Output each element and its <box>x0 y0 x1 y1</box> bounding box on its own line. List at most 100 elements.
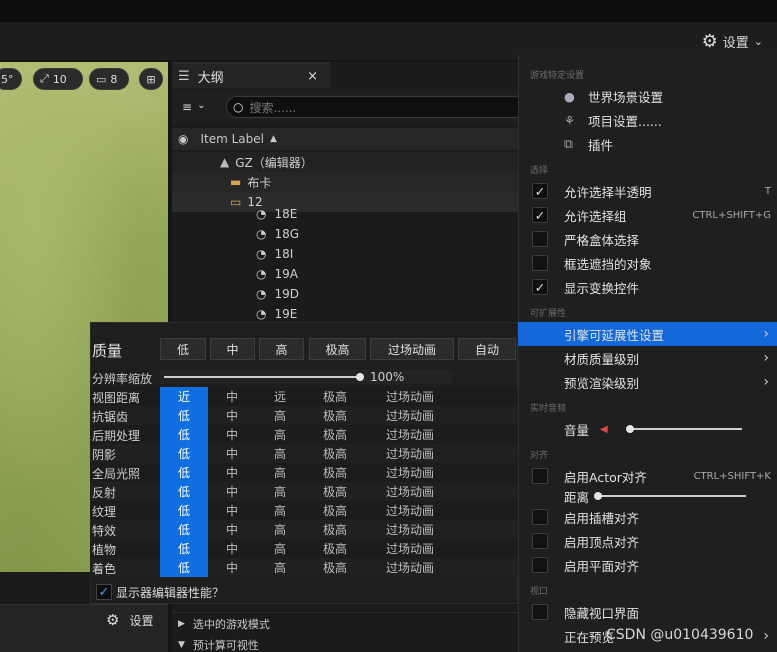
quality-option[interactable]: 过场动画 <box>368 425 452 444</box>
preset-low-button[interactable]: 低 <box>160 338 206 360</box>
quality-option[interactable]: 过场动画 <box>368 387 452 406</box>
quality-option[interactable]: 高 <box>258 463 302 482</box>
menu-item-plane-snap[interactable]: 启用平面对齐 <box>518 553 777 577</box>
menu-item-vertex-snap[interactable]: 启用顶点对齐 <box>518 529 777 553</box>
filter-button[interactable]: ≡ ⌄ <box>182 100 205 114</box>
quality-option[interactable]: 过场动画 <box>368 501 452 520</box>
perf-checkbox[interactable]: ✓ <box>96 584 112 600</box>
quality-option[interactable]: 中 <box>210 406 254 425</box>
tab-outliner[interactable]: ☰ 大纲 × <box>172 62 330 88</box>
visibility-icon[interactable]: ◉ <box>178 132 188 146</box>
menu-item-world-settings[interactable]: ● 世界场景设置 <box>518 84 777 108</box>
resolution-slider-knob[interactable] <box>356 373 364 381</box>
menu-item-allow-translucent[interactable]: ✓ 允许选择半透明 T <box>518 179 777 203</box>
quality-option[interactable]: 高 <box>258 406 302 425</box>
quality-option[interactable]: 低 <box>160 539 208 558</box>
quality-option[interactable]: 低 <box>160 463 208 482</box>
preset-cinematic-button[interactable]: 过场动画 <box>370 338 454 360</box>
quality-option[interactable]: 极高 <box>304 558 366 577</box>
preset-high-button[interactable]: 高 <box>259 338 304 360</box>
quality-option[interactable]: 中 <box>210 539 254 558</box>
tree-row[interactable]: ◔ 19A <box>172 264 518 284</box>
resolution-slider[interactable]: 100% <box>160 370 452 384</box>
tree-row[interactable]: ◔ 19E <box>172 304 518 324</box>
checkbox[interactable] <box>532 255 548 271</box>
quality-option[interactable]: 中 <box>210 425 254 444</box>
menu-item-engine-scalability[interactable]: 引擎可延展性设置 › <box>518 322 777 346</box>
quality-option[interactable]: 极高 <box>304 520 366 539</box>
quality-option[interactable]: 低 <box>160 520 208 539</box>
list-item[interactable]: ▶ 选中的游戏模式 <box>172 612 518 634</box>
quality-option[interactable]: 高 <box>258 501 302 520</box>
preset-epic-button[interactable]: 极高 <box>309 338 366 360</box>
quality-option[interactable]: 过场动画 <box>368 558 452 577</box>
menu-item-material-quality[interactable]: 材质质量级别 › <box>518 346 777 370</box>
distance-slider-knob[interactable] <box>594 492 602 500</box>
tree-row[interactable]: ◔ 18G <box>172 224 518 244</box>
menu-item-socket-snap[interactable]: 启用插槽对齐 <box>518 505 777 529</box>
tree-row[interactable]: ▲ GZ（编辑器） <box>172 152 518 172</box>
quality-option[interactable]: 中 <box>210 482 254 501</box>
quality-option[interactable]: 极高 <box>304 387 366 406</box>
quality-option[interactable]: 中 <box>210 463 254 482</box>
quality-option[interactable]: 低 <box>160 482 208 501</box>
quality-option[interactable]: 过场动画 <box>368 463 452 482</box>
quality-option[interactable]: 中 <box>210 387 254 406</box>
quality-option[interactable]: 极高 <box>304 463 366 482</box>
checkbox[interactable] <box>532 468 548 484</box>
details-settings-button[interactable]: ⚙ 设置 <box>106 611 153 629</box>
quality-option[interactable]: 过场动画 <box>368 520 452 539</box>
quality-option[interactable]: 远 <box>258 387 302 406</box>
quality-option[interactable]: 高 <box>258 444 302 463</box>
quality-option[interactable]: 低 <box>160 558 208 577</box>
volume-slider[interactable] <box>630 428 742 430</box>
quality-option[interactable]: 近 <box>160 387 208 406</box>
tree-row[interactable]: ▬ 布卡 <box>172 172 518 192</box>
outliner-column-header[interactable]: ◉ Item Label ▲ <box>172 128 518 150</box>
menu-item-distance[interactable]: 距离 <box>518 485 777 507</box>
settings-dropdown-button[interactable]: ⚙ 设置 ⌄ <box>702 30 763 52</box>
checkbox[interactable] <box>532 231 548 247</box>
outliner-search-input[interactable]: ○ 搜索...... <box>226 96 526 118</box>
tree-row[interactable]: ◔ 18E <box>172 206 518 222</box>
camera-speed-button[interactable]: ▭ 8 <box>89 68 129 90</box>
tree-row[interactable]: ◔ 18I <box>172 244 518 264</box>
preset-auto-button[interactable]: 自动 <box>458 338 516 360</box>
checkbox-checked[interactable]: ✓ <box>532 279 548 295</box>
quality-option[interactable]: 极高 <box>304 425 366 444</box>
quality-option[interactable]: 过场动画 <box>368 444 452 463</box>
quality-option[interactable]: 高 <box>258 558 302 577</box>
checkbox-checked[interactable]: ✓ <box>532 207 548 223</box>
quality-option[interactable]: 过场动画 <box>368 482 452 501</box>
checkbox[interactable] <box>532 557 548 573</box>
close-icon[interactable]: × <box>307 69 318 84</box>
angle-snap-button[interactable]: 5° <box>0 68 22 90</box>
layout-button[interactable]: ⊞ <box>139 68 163 90</box>
quality-option[interactable]: 极高 <box>304 406 366 425</box>
quality-option[interactable]: 高 <box>258 539 302 558</box>
menu-item-preview-render[interactable]: 预览渲染级别 › <box>518 370 777 394</box>
quality-option[interactable]: 低 <box>160 444 208 463</box>
quality-option[interactable]: 中 <box>210 444 254 463</box>
distance-slider[interactable] <box>598 495 746 497</box>
quality-option[interactable]: 低 <box>160 425 208 444</box>
checkbox-checked[interactable]: ✓ <box>532 183 548 199</box>
checkbox[interactable] <box>532 509 548 525</box>
quality-option[interactable]: 中 <box>210 558 254 577</box>
quality-option[interactable]: 高 <box>258 482 302 501</box>
menu-item-volume[interactable]: 音量 ◀ <box>518 417 777 441</box>
tree-row[interactable]: ◔ 19D <box>172 284 518 304</box>
quality-option[interactable]: 过场动画 <box>368 539 452 558</box>
menu-item-project-settings[interactable]: ⚘ 项目设置...... <box>518 108 777 132</box>
quality-option[interactable]: 中 <box>210 520 254 539</box>
checkbox[interactable] <box>532 604 548 620</box>
quality-option[interactable]: 极高 <box>304 539 366 558</box>
scale-snap-button[interactable]: ⤢ 10 <box>33 68 83 90</box>
menu-item-show-transform[interactable]: ✓ 显示变换控件 <box>518 275 777 299</box>
menu-item-strict-box[interactable]: 严格盒体选择 <box>518 227 777 251</box>
quality-option[interactable]: 过场动画 <box>368 406 452 425</box>
menu-item-hide-viewport-ui[interactable]: 隐藏视口界面 <box>518 600 777 624</box>
quality-option[interactable]: 低 <box>160 406 208 425</box>
preset-medium-button[interactable]: 中 <box>210 338 255 360</box>
quality-option[interactable]: 高 <box>258 425 302 444</box>
